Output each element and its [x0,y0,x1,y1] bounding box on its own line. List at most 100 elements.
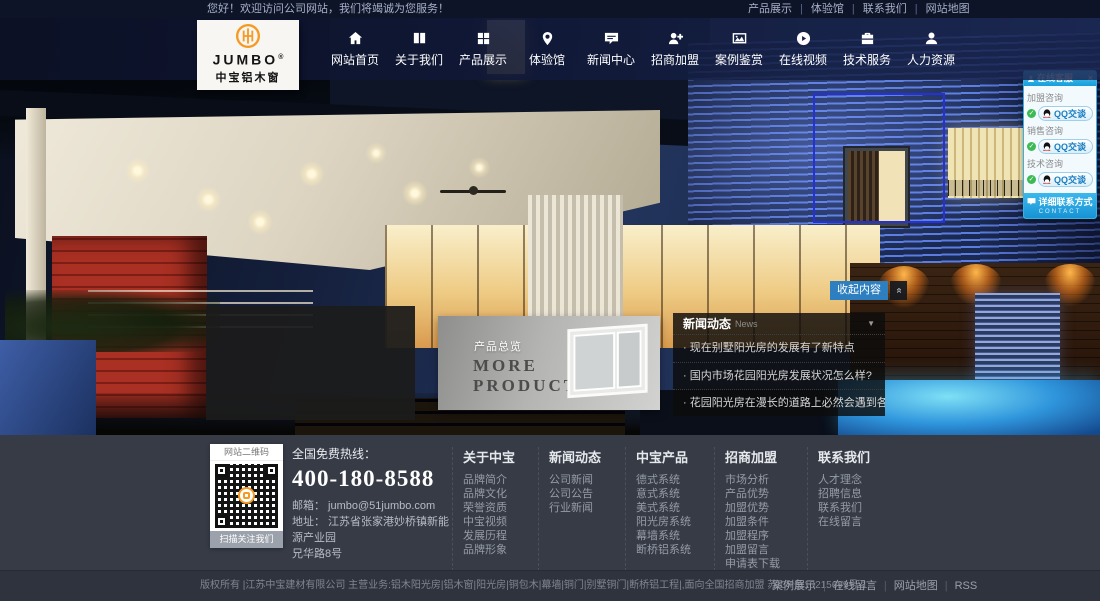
news-list-item[interactable]: · 国内市场花园阳光房发展状况怎么样? [673,362,885,389]
address-line: 兄华路8号 [292,546,452,562]
footer-link[interactable]: 加盟留言 [725,543,807,557]
nav-item-videos[interactable]: 在线视频 [774,18,832,80]
dark-slide-panel [206,306,415,420]
nav-item-tech-service[interactable]: 技术服务 [838,18,896,80]
logo-brand-text: JUMBO® [213,51,284,67]
contact-details-button[interactable]: 详细联系方式 CONTACT [1024,193,1096,218]
nav-item-join[interactable]: 招商加盟 [646,18,704,80]
footer-column-contact: 联系我们 人才理念 招聘信息 联系我们 在线留言 [807,447,889,571]
bottom-link-message[interactable]: 在线留言 [816,580,877,592]
footer-link[interactable]: 加盟优势 [725,501,807,515]
qq-row: ✓ QQ交谈 [1027,139,1093,154]
footer-link[interactable]: 中宝视频 [463,515,538,529]
product-overview-panel[interactable]: 产品总览 MORE PRODUCTS [438,316,660,410]
online-status-icon: ✓ [1027,142,1036,151]
footer-link[interactable]: 市场分析 [725,473,807,487]
nav-label: 新闻中心 [587,51,635,68]
address-line: 地址： 江苏省张家港妙桥镇新能源产业园 [292,514,452,546]
online-status-icon: ✓ [1027,109,1036,118]
topbar-link-contact[interactable]: 联系我们 [844,3,907,15]
footer-link[interactable]: 人才理念 [818,473,889,487]
collapse-control: 收起内容 « [830,281,907,300]
footer-link[interactable]: 德式系统 [636,473,714,487]
main-navbar: 网站首页 关于我们 产品展示 体验馆 新闻中心 招商加盟 [0,18,1100,80]
footer-column-title: 联系我们 [818,447,889,466]
news-list-item[interactable]: · 花园阳光房在漫长的道路上必然会遇到各种挑战 [673,389,885,416]
copyright-bar: 版权所有 |江苏中宝建材有限公司 主营业务:铝木阳光房|铝木窗|阳光房|铜包木|… [0,570,1100,601]
qr-code-card: 网站二维码 扫描关注我们 [210,444,283,548]
news-title: 新闻动态 [683,313,731,335]
nav-label: 在线视频 [779,51,827,68]
footer-link[interactable]: 加盟程序 [725,529,807,543]
news-list-item[interactable]: · 现在别墅阳光房的发展有了新特点 [673,335,885,362]
footer-link[interactable]: 行业新闻 [549,501,625,515]
footer-link[interactable]: 品牌文化 [463,487,538,501]
footer-link[interactable]: 公司新闻 [549,473,625,487]
qr-center-logo-icon [238,487,255,504]
nav-item-home[interactable]: 网站首页 [326,18,384,80]
selection-rectangle [813,93,945,223]
picture-icon [732,30,747,47]
online-status-icon: ✓ [1027,175,1036,184]
copyright-text: 版权所有 |江苏中宝建材有限公司 主营业务:铝木阳光房|铝木窗|阳光房|铜包木|… [200,571,867,601]
company-logo[interactable]: JUMBO® 中宝铝木窗 [197,20,299,90]
footer-link[interactable]: 品牌简介 [463,473,538,487]
grid-icon [476,30,491,47]
footer-link[interactable]: 阳光房系统 [636,515,714,529]
balcony-shape [948,128,1024,198]
nav-item-hr[interactable]: 人力资源 [902,18,960,80]
collapse-toggle-button[interactable]: « [890,281,907,300]
footer-column-news: 新闻动态 公司新闻 公司公告 行业新闻 [538,447,625,571]
qq-chat-button[interactable]: QQ交谈 [1038,172,1093,187]
nav-item-cases[interactable]: 案例鉴赏 [710,18,768,80]
welcome-text: 您好！欢迎访问公司网站，我们将竭诚为您服务！ [207,0,449,18]
collapse-content-button[interactable]: 收起内容 [830,281,888,300]
footer-link[interactable]: 意式系统 [636,487,714,501]
footer-link[interactable]: 品牌形象 [463,543,538,557]
video-icon [796,30,811,47]
nav-label: 网站首页 [331,51,379,68]
qq-chat-button[interactable]: QQ交谈 [1038,139,1093,154]
nav-item-products[interactable]: 产品展示 [454,18,512,80]
qr-card-title: 网站二维码 [210,444,283,461]
nav-label: 案例鉴赏 [715,51,763,68]
footer-link[interactable]: 幕墙系统 [636,529,714,543]
footer-link[interactable]: 在线留言 [818,515,889,529]
collapse-arrow-icon: « [889,288,908,294]
nav-item-news[interactable]: 新闻中心 [582,18,640,80]
ceiling-fan-shape [440,190,506,193]
footer-link[interactable]: 断桥铝系统 [636,543,714,557]
footer-link[interactable]: 联系我们 [818,501,889,515]
footer-link[interactable]: 加盟条件 [725,515,807,529]
nav-label: 产品展示 [459,51,507,68]
footer-link[interactable]: 公司公告 [549,487,625,501]
topbar-link-sitemap[interactable]: 网站地图 [907,3,970,15]
footer-column-products: 中宝产品 德式系统 意式系统 美式系统 阳光房系统 幕墙系统 断桥铝系统 [625,447,714,571]
bottom-link-sitemap[interactable]: 网站地图 [877,580,938,592]
topbar-link-products[interactable]: 产品展示 [748,3,792,15]
roller-door-shape [975,293,1060,385]
product-panel-title: MORE [473,356,538,376]
nav-item-about[interactable]: 关于我们 [390,18,448,80]
briefcase-icon [860,30,875,47]
footer-column-title: 中宝产品 [636,447,714,466]
topbar-link-experience[interactable]: 体验馆 [792,3,844,15]
bottom-link-cases[interactable]: 案例展示 [772,580,816,592]
map-pin-icon [540,30,555,47]
footer-link[interactable]: 发展历程 [463,529,538,543]
qq-penguin-icon [1042,142,1052,152]
qq-group-label: 销售咨询 [1027,124,1093,137]
footer-link[interactable]: 招聘信息 [818,487,889,501]
qq-penguin-icon [1042,109,1052,119]
nav-item-experience-hall[interactable]: 体验馆 [518,18,576,80]
footer-link[interactable]: 产品优势 [725,487,807,501]
footer-link[interactable]: 美式系统 [636,501,714,515]
footer-column-about: 关于中宝 品牌简介 品牌文化 荣誉资质 中宝视频 发展历程 品牌形象 [452,447,538,571]
news-subtitle: News [735,313,867,335]
qq-chat-button[interactable]: QQ交谈 [1038,106,1093,121]
bottom-link-rss[interactable]: RSS [938,580,977,592]
chevron-down-icon[interactable]: ▼ [867,313,875,335]
footer-link[interactable]: 申请表下载 [725,557,807,571]
nav-menu: 网站首页 关于我们 产品展示 体验馆 新闻中心 招商加盟 [323,18,963,80]
footer-link[interactable]: 荣誉资质 [463,501,538,515]
